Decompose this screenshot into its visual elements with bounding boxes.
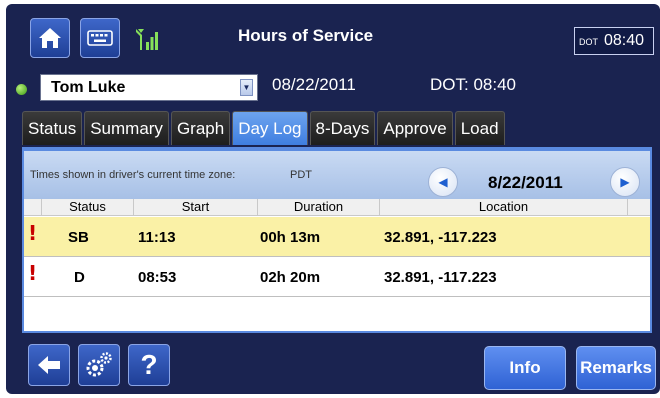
arrow-left-icon: ◀ bbox=[438, 175, 448, 189]
log-date: 08/22/2011 bbox=[272, 75, 356, 94]
tab-bar: Status Summary Graph Day Log 8-Days Appr… bbox=[22, 111, 505, 145]
row-location: 32.891, -117.223 bbox=[384, 229, 497, 246]
home-button[interactable] bbox=[30, 18, 70, 58]
info-button[interactable]: Info bbox=[484, 346, 566, 390]
driver-status-indicator bbox=[16, 84, 27, 95]
signal-icon bbox=[136, 29, 158, 50]
tab-day-log[interactable]: Day Log bbox=[232, 111, 308, 145]
driver-select[interactable]: Tom Luke ▼ bbox=[40, 74, 258, 101]
chevron-down-icon[interactable]: ▼ bbox=[240, 79, 253, 96]
row-status: SB bbox=[68, 229, 89, 246]
day-log-panel: Times shown in driver's current time zon… bbox=[22, 147, 652, 333]
settings-gears-icon bbox=[86, 352, 112, 377]
tab-8-days[interactable]: 8-Days bbox=[309, 111, 376, 145]
start-column-header[interactable]: Start bbox=[134, 199, 258, 216]
row-start: 11:13 bbox=[138, 229, 176, 246]
alert-icon: ! bbox=[28, 221, 38, 245]
dot-clock: DOT 08:40 bbox=[574, 27, 654, 55]
timezone-label: Times shown in driver's current time zon… bbox=[30, 169, 236, 181]
duration-column-header[interactable]: Duration bbox=[258, 199, 380, 216]
help-icon: ? bbox=[140, 349, 158, 380]
row-status: D bbox=[74, 269, 85, 286]
back-arrow-icon bbox=[38, 356, 60, 374]
previous-day-button[interactable]: ◀ bbox=[428, 167, 458, 197]
current-date: 8/22/2011 bbox=[488, 173, 563, 192]
flag-column-header bbox=[24, 199, 42, 216]
back-button[interactable] bbox=[28, 344, 70, 386]
row-start: 08:53 bbox=[138, 269, 177, 286]
row-duration: 00h 13m bbox=[260, 229, 321, 246]
dot-time: DOT: 08:40 bbox=[430, 75, 516, 94]
tab-summary[interactable]: Summary bbox=[84, 111, 169, 145]
row-duration: 02h 20m bbox=[260, 269, 321, 286]
app-title: Hours of Service bbox=[238, 26, 374, 45]
keyboard-button[interactable] bbox=[80, 18, 120, 58]
timezone-bar: Times shown in driver's current time zon… bbox=[24, 151, 650, 199]
remarks-button[interactable]: Remarks bbox=[576, 346, 656, 390]
table-row[interactable]: ! D 08:53 02h 20m 32.891, -117.223 bbox=[24, 257, 650, 297]
tab-approve[interactable]: Approve bbox=[377, 111, 453, 145]
hos-window: Hours of Service DOT 08:40 Tom Luke ▼ 08… bbox=[6, 4, 660, 394]
help-button[interactable]: ? bbox=[128, 344, 170, 386]
dot-clock-value: 08:40 bbox=[604, 32, 645, 49]
keyboard-icon bbox=[87, 30, 113, 46]
tab-load[interactable]: Load bbox=[454, 111, 505, 145]
tab-status[interactable]: Status bbox=[22, 111, 83, 145]
settings-button[interactable] bbox=[78, 344, 120, 386]
table-row[interactable]: ! SB 11:13 00h 13m 32.891, -117.223 bbox=[24, 217, 650, 257]
status-column-header[interactable]: Status bbox=[42, 199, 134, 216]
home-icon bbox=[39, 28, 61, 48]
timezone-value: PDT bbox=[290, 169, 312, 181]
dot-clock-label: DOT bbox=[579, 37, 598, 47]
table-header: Status Start Duration Location bbox=[24, 199, 650, 216]
row-location: 32.891, -117.223 bbox=[384, 269, 497, 286]
tab-graph[interactable]: Graph bbox=[170, 111, 231, 145]
location-column-header[interactable]: Location bbox=[380, 199, 628, 216]
alert-icon: ! bbox=[28, 261, 38, 285]
arrow-right-icon: ▶ bbox=[620, 175, 630, 189]
driver-name: Tom Luke bbox=[51, 78, 126, 96]
next-day-button[interactable]: ▶ bbox=[610, 167, 640, 197]
